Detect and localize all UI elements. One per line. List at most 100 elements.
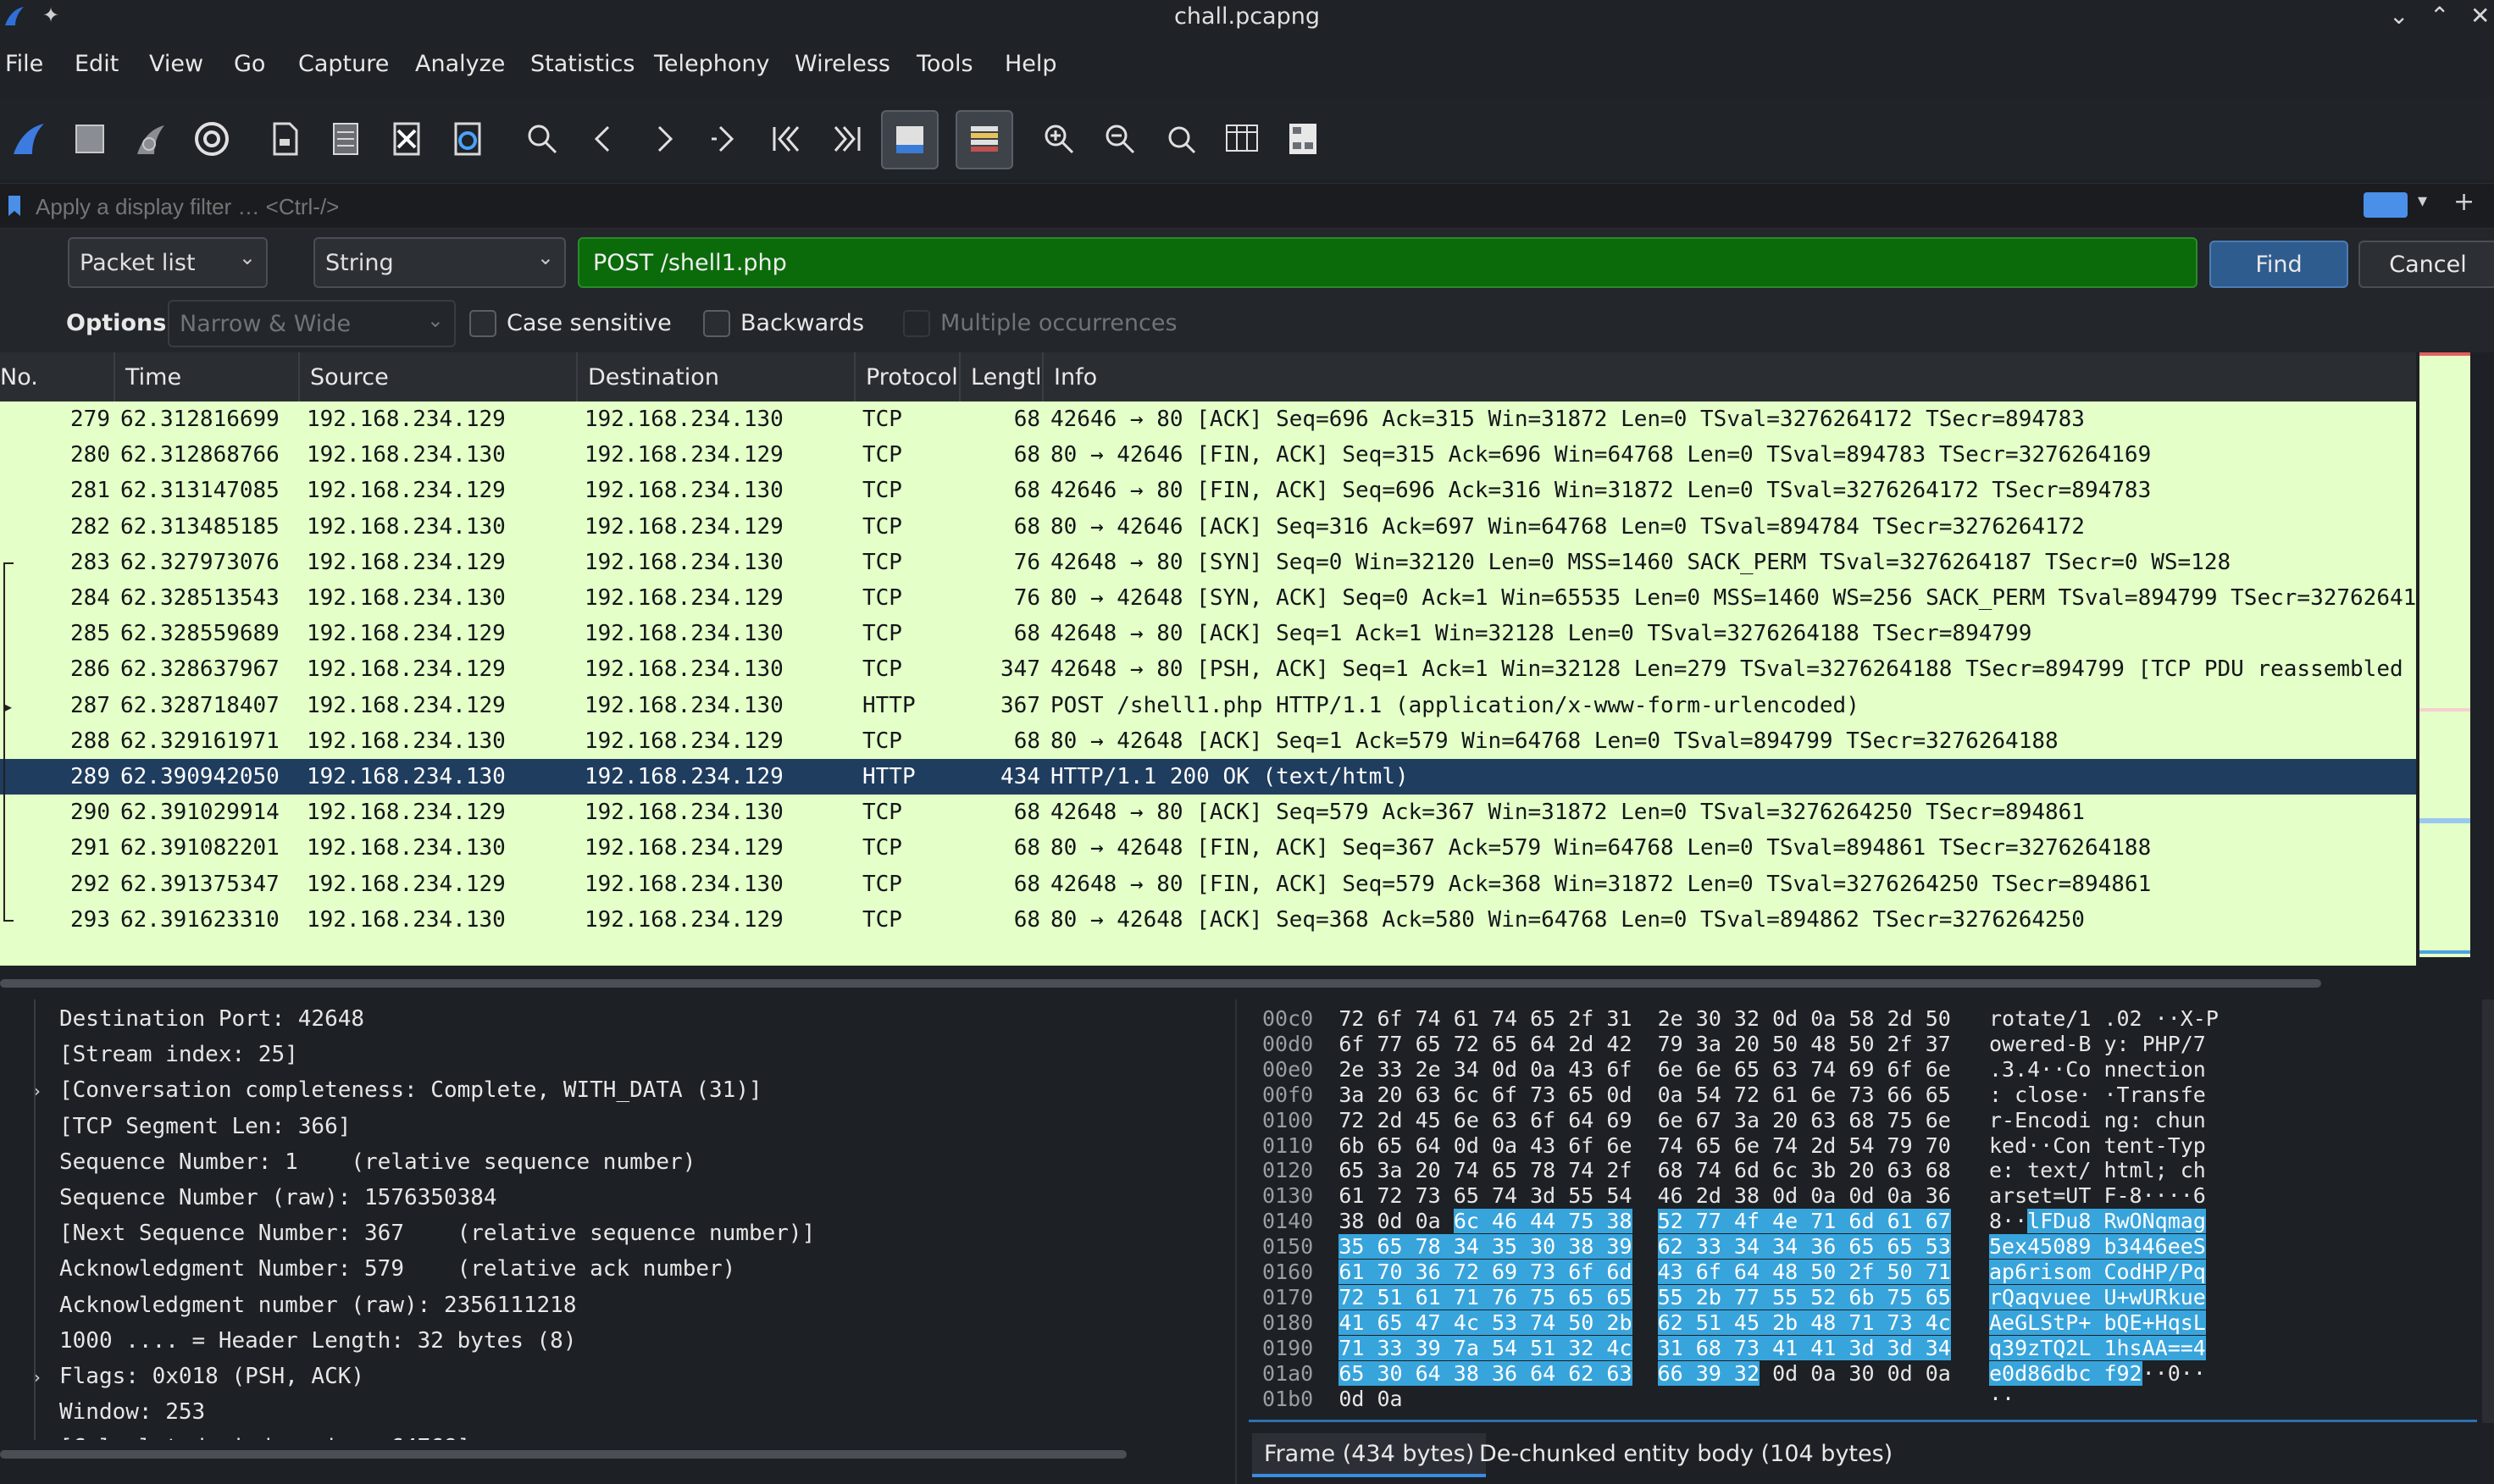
detail-field[interactable]: [TCP Segment Len: 366]	[59, 1114, 351, 1149]
menu-statistics[interactable]: Statistics	[530, 51, 635, 77]
expand-chevron-icon[interactable]: ›	[30, 1079, 42, 1103]
column-header-no[interactable]: No.	[0, 364, 38, 390]
autoscroll-icon[interactable]	[881, 110, 939, 169]
stop-icon[interactable]	[66, 115, 114, 163]
resize-columns-icon[interactable]	[1218, 115, 1266, 163]
case-sensitive-checkbox[interactable]	[469, 310, 496, 337]
packet-row[interactable]: 293 62.391623310 192.168.234.130 192.168.23…	[0, 902, 2416, 938]
bytes-vscrollbar[interactable]	[2482, 999, 2494, 1423]
packet-map-scrollbar[interactable]	[2416, 352, 2475, 966]
save-file-icon[interactable]	[322, 115, 369, 163]
detail-field[interactable]: [Next Sequence Number: 367 (relative seq…	[59, 1221, 815, 1256]
hex-row[interactable]: 0140 38 0d 0a 6c 46 44 75 38 52 77 4f 4e…	[1262, 1209, 2206, 1234]
hex-row[interactable]: 0110 6b 65 64 0d 0a 43 6f 6e 74 65 6e 74…	[1262, 1133, 2206, 1159]
hscroll-thumb[interactable]	[0, 979, 2321, 988]
packet-row[interactable]: 292 62.391375347 192.168.234.129 192.168.23…	[0, 867, 2416, 902]
find-button[interactable]: Find	[2209, 241, 2348, 288]
column-header-destination[interactable]: Destination	[588, 364, 719, 390]
expand-chevron-icon[interactable]: ›	[30, 1365, 42, 1389]
detail-field[interactable]: [Conversation completeness: Complete, WI…	[59, 1077, 762, 1113]
detail-field[interactable]: Acknowledgment Number: 579 (relative ack…	[59, 1256, 735, 1292]
first-packet-icon[interactable]	[762, 115, 810, 163]
detail-field[interactable]: Destination Port: 42648	[59, 1006, 364, 1042]
packet-bytes-pane[interactable]: 00c0 72 6f 74 61 74 65 2f 31 2e 30 32 0d…	[1249, 999, 2469, 1423]
detail-field[interactable]: Sequence Number: 1 (relative sequence nu…	[59, 1149, 696, 1185]
menu-telephony[interactable]: Telephony	[654, 51, 770, 77]
packet-row[interactable]: 283 62.327973076 192.168.234.129 192.168.23…	[0, 545, 2416, 580]
packet-row[interactable]: 286 62.328637967 192.168.234.129 192.168.23…	[0, 651, 2416, 687]
menu-tools[interactable]: Tools	[917, 51, 973, 77]
hex-row[interactable]: 0150 35 65 78 34 35 30 38 39 62 33 34 34…	[1262, 1234, 2206, 1260]
packet-row[interactable]: 282 62.313485185 192.168.234.130 192.168.23…	[0, 509, 2416, 545]
detail-field[interactable]: [Stream index: 25]	[59, 1042, 298, 1077]
column-header-info[interactable]: Info	[1054, 364, 1097, 390]
column-header-protocol[interactable]: Protocol	[866, 364, 958, 390]
menu-go[interactable]: Go	[234, 51, 265, 77]
detail-field[interactable]: Sequence Number (raw): 1576350384	[59, 1185, 497, 1221]
layout-icon[interactable]	[1279, 115, 1327, 163]
hex-row[interactable]: 01b0 0d 0a ··	[1262, 1387, 2015, 1412]
bookmark-icon[interactable]	[7, 194, 22, 218]
packet-row[interactable]: 285 62.328559689 192.168.234.129 192.168.23…	[0, 616, 2416, 651]
menu-analyze[interactable]: Analyze	[415, 51, 505, 77]
hex-row[interactable]: 00f0 3a 20 63 6c 6f 73 65 0d 0a 54 72 61…	[1262, 1083, 2206, 1108]
tab-frame[interactable]: Frame (434 bytes)	[1252, 1433, 1487, 1477]
backwards-checkbox[interactable]	[703, 310, 730, 337]
hex-row[interactable]: 00d0 6f 77 65 72 65 64 2d 42 79 3a 20 50…	[1262, 1032, 2206, 1057]
go-back-icon[interactable]	[579, 115, 627, 163]
detail-field[interactable]: Acknowledgment number (raw): 2356111218	[59, 1293, 576, 1328]
hex-row[interactable]: 0130 61 72 73 65 74 3d 55 54 46 2d 38 0d…	[1262, 1183, 2206, 1209]
detail-hscroll-thumb[interactable]	[0, 1450, 1127, 1459]
packet-row[interactable]: 289 62.390942050 192.168.234.130 192.168.23…	[0, 759, 2416, 795]
add-filter-button-icon[interactable]: +	[2453, 187, 2475, 217]
packet-row[interactable]: 279 62.312816699 192.168.234.129 192.168.23…	[0, 401, 2416, 437]
zoom-out-icon[interactable]	[1096, 115, 1144, 163]
open-file-icon[interactable]	[261, 115, 308, 163]
column-separator[interactable]	[576, 352, 578, 401]
column-separator[interactable]	[959, 352, 961, 401]
reload-file-icon[interactable]	[444, 115, 491, 163]
column-header-time[interactable]: Time	[125, 364, 181, 390]
close-file-icon[interactable]	[383, 115, 430, 163]
hex-row[interactable]: 0160 61 70 36 72 69 73 6f 6d 43 6f 64 48…	[1262, 1260, 2206, 1285]
last-packet-icon[interactable]	[823, 115, 871, 163]
menu-wireless[interactable]: Wireless	[795, 51, 890, 77]
column-separator[interactable]	[114, 352, 115, 401]
find-query-input[interactable]: POST /shell1.php	[578, 237, 2197, 288]
menu-edit[interactable]: Edit	[75, 51, 119, 77]
hex-row[interactable]: 0190 71 33 39 7a 54 51 32 4c 31 68 73 41…	[1262, 1335, 2206, 1361]
column-separator[interactable]	[854, 352, 856, 401]
zoom-in-icon[interactable]	[1035, 115, 1083, 163]
options-gear-icon[interactable]	[188, 115, 236, 163]
detail-field[interactable]: 1000 .... = Header Length: 32 bytes (8)	[59, 1328, 576, 1364]
detail-field[interactable]: [Calculated window size: 64768]	[59, 1435, 470, 1440]
restart-icon[interactable]	[127, 115, 175, 163]
hex-row[interactable]: 0170 72 51 61 71 76 75 65 65 55 2b 77 55…	[1262, 1284, 2206, 1310]
pane-splitter[interactable]	[1235, 999, 1237, 1484]
packet-row[interactable]: 281 62.313147085 192.168.234.129 192.168.23…	[0, 473, 2416, 508]
packet-list[interactable]: No. Time Source Destination Protocol Len…	[0, 352, 2416, 966]
go-forward-icon[interactable]	[640, 115, 688, 163]
hex-row[interactable]: 0100 72 2d 45 6e 63 6f 64 69 6e 67 3a 20…	[1262, 1108, 2206, 1133]
apply-filter-arrow-icon[interactable]	[2364, 192, 2408, 218]
filter-dropdown-chevron-icon[interactable]: ▾	[2418, 191, 2427, 212]
packet-row[interactable]: 280 62.312868766 192.168.234.130 192.168.23…	[0, 437, 2416, 473]
hex-row[interactable]: 0180 41 65 47 4c 53 74 50 2b 62 51 45 2b…	[1262, 1310, 2206, 1336]
packet-row[interactable]: 287 62.328718407 192.168.234.129 192.168.23…	[0, 688, 2416, 723]
hex-row[interactable]: 01a0 65 30 64 38 36 64 62 63 66 39 32 0d…	[1262, 1360, 2206, 1387]
detail-field[interactable]: Window: 253	[59, 1399, 205, 1435]
display-filter-input[interactable]	[34, 191, 2325, 223]
column-separator[interactable]	[298, 352, 300, 401]
menu-capture[interactable]: Capture	[298, 51, 389, 77]
packet-list-hscrollbar[interactable]	[0, 966, 2491, 999]
detail-field[interactable]: Flags: 0x018 (PSH, ACK)	[59, 1364, 364, 1399]
hex-row[interactable]: 00e0 2e 33 2e 34 0d 0a 43 6f 6e 6e 65 63…	[1262, 1057, 2206, 1083]
column-separator[interactable]	[1042, 352, 1044, 401]
packet-details-pane[interactable]: Destination Port: 42648 [Stream index: 25…	[0, 999, 1220, 1440]
column-header-length[interactable]: Lengtl	[971, 364, 1042, 390]
close-icon[interactable]: ✕	[2470, 2, 2490, 30]
shark-fin-icon[interactable]	[5, 115, 53, 163]
hex-row[interactable]: 0120 65 3a 20 74 65 78 74 2f 68 74 6d 6c…	[1262, 1158, 2206, 1183]
packet-row[interactable]: 291 62.391082201 192.168.234.130 192.168.23…	[0, 830, 2416, 866]
packet-row[interactable]: 290 62.391029914 192.168.234.129 192.168.23…	[0, 795, 2416, 830]
